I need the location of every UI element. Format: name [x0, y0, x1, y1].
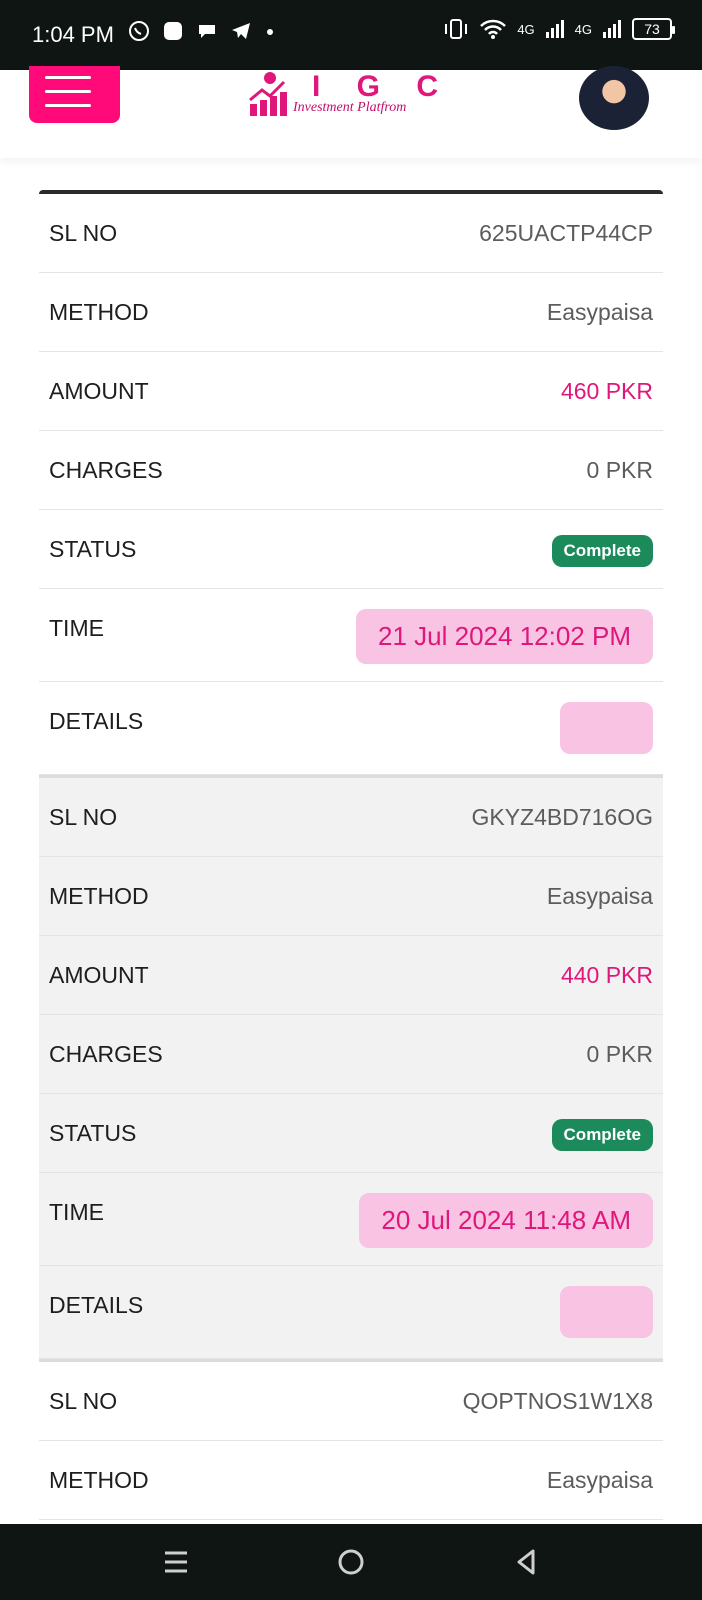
network-label-1: 4G [517, 21, 535, 37]
dot-icon [267, 29, 273, 35]
table-row: TIME 21 Jul 2024 12:02 PM [39, 589, 663, 682]
back-icon[interactable] [508, 1544, 544, 1580]
app-icon [164, 22, 182, 40]
sl-no-value: GKYZ4BD716OG [471, 804, 653, 830]
chat-icon [199, 25, 215, 38]
whatsapp-icon [129, 21, 149, 41]
sl-no-label: SL NO [49, 1388, 118, 1414]
signal-icon [603, 20, 621, 38]
table-row: TIME 20 Jul 2024 11:48 AM [39, 1173, 663, 1266]
details-button[interactable] [560, 1286, 653, 1338]
method-label: METHOD [49, 1467, 149, 1493]
amount-value: 460 PKR [560, 378, 653, 404]
time-label: TIME [49, 615, 104, 641]
status-label: STATUS [49, 1120, 137, 1146]
status-badge: Complete [551, 535, 653, 567]
clock: 1:04 PM [32, 22, 114, 47]
hamburger-menu-button[interactable] [29, 66, 120, 123]
table-row: METHOD Easypaisa [39, 1441, 663, 1520]
table-row: CHARGES 0 PKR [39, 431, 663, 510]
table-row: CHARGES 0 PKR [39, 1015, 663, 1094]
amount-label: AMOUNT [49, 962, 149, 988]
method-label: METHOD [49, 883, 149, 909]
system-icons: 4G 4G 73 [443, 18, 675, 40]
network-label-2: 4G [574, 21, 592, 37]
system-nav-bar [0, 1524, 702, 1600]
details-label: DETAILS [49, 708, 144, 734]
time-label: TIME [49, 1199, 104, 1225]
method-value: Easypaisa [546, 1467, 653, 1493]
charges-label: CHARGES [49, 457, 163, 483]
status-badge: Complete [551, 1119, 653, 1151]
sl-no-value: 625UACTP44CP [479, 220, 653, 246]
sl-no-label: SL NO [49, 804, 118, 830]
table-row: DETAILS [39, 682, 663, 775]
wifi-icon [480, 19, 507, 39]
transaction-card: SL NO QOPTNOS1W1X8 METHOD Easypaisa [39, 1362, 663, 1520]
method-label: METHOD [49, 299, 149, 325]
table-row: SL NO 625UACTP44CP [39, 194, 663, 273]
time-value: 20 Jul 2024 11:48 AM [359, 1193, 653, 1248]
method-value: Easypaisa [546, 299, 653, 325]
sl-no-value: QOPTNOS1W1X8 [462, 1388, 653, 1414]
recent-apps-icon[interactable] [158, 1544, 194, 1580]
charges-value: 0 PKR [586, 1041, 653, 1067]
telegram-icon [232, 23, 250, 39]
logo-subtitle: Investment Platfrom [293, 100, 407, 115]
amount-value: 440 PKR [560, 962, 653, 988]
logo-title: I G C [312, 70, 453, 103]
table-row: METHOD Easypaisa [39, 273, 663, 352]
notification-icons [128, 20, 276, 42]
chart-logo-icon [249, 72, 287, 116]
home-icon[interactable] [333, 1544, 369, 1580]
amount-label: AMOUNT [49, 378, 149, 404]
table-row: SL NO GKYZ4BD716OG [39, 778, 663, 857]
table-row: DETAILS [39, 1266, 663, 1359]
table-row: STATUS Complete [39, 510, 663, 589]
transaction-card: SL NO GKYZ4BD716OG METHOD Easypaisa AMOU… [39, 778, 663, 1359]
details-button[interactable] [560, 702, 653, 754]
logo: I G C Investment Platfrom [248, 70, 458, 120]
signal-icon [545, 20, 564, 38]
vibrate-icon [445, 19, 468, 39]
time-value: 21 Jul 2024 12:02 PM [356, 609, 653, 664]
details-label: DETAILS [49, 1292, 144, 1318]
table-row: SL NO QOPTNOS1W1X8 [39, 1362, 663, 1441]
sl-no-label: SL NO [49, 220, 118, 246]
app-header: I G C Investment Platfrom [0, 66, 702, 158]
status-bar: 1:04 PM 4G 4G 73 [0, 0, 702, 70]
transaction-card: SL NO 625UACTP44CP METHOD Easypaisa AMOU… [39, 194, 663, 775]
charges-label: CHARGES [49, 1041, 163, 1067]
charges-value: 0 PKR [586, 457, 653, 483]
battery-icon: 73 [632, 18, 675, 40]
table-row: STATUS Complete [39, 1094, 663, 1173]
table-row: AMOUNT 440 PKR [39, 936, 663, 1015]
avatar[interactable] [579, 66, 649, 130]
method-value: Easypaisa [546, 883, 653, 909]
table-row: AMOUNT 460 PKR [39, 352, 663, 431]
status-label: STATUS [49, 536, 137, 562]
battery-level: 73 [644, 21, 660, 37]
transaction-list: SL NO 625UACTP44CP METHOD Easypaisa AMOU… [39, 190, 663, 1520]
table-row: METHOD Easypaisa [39, 857, 663, 936]
